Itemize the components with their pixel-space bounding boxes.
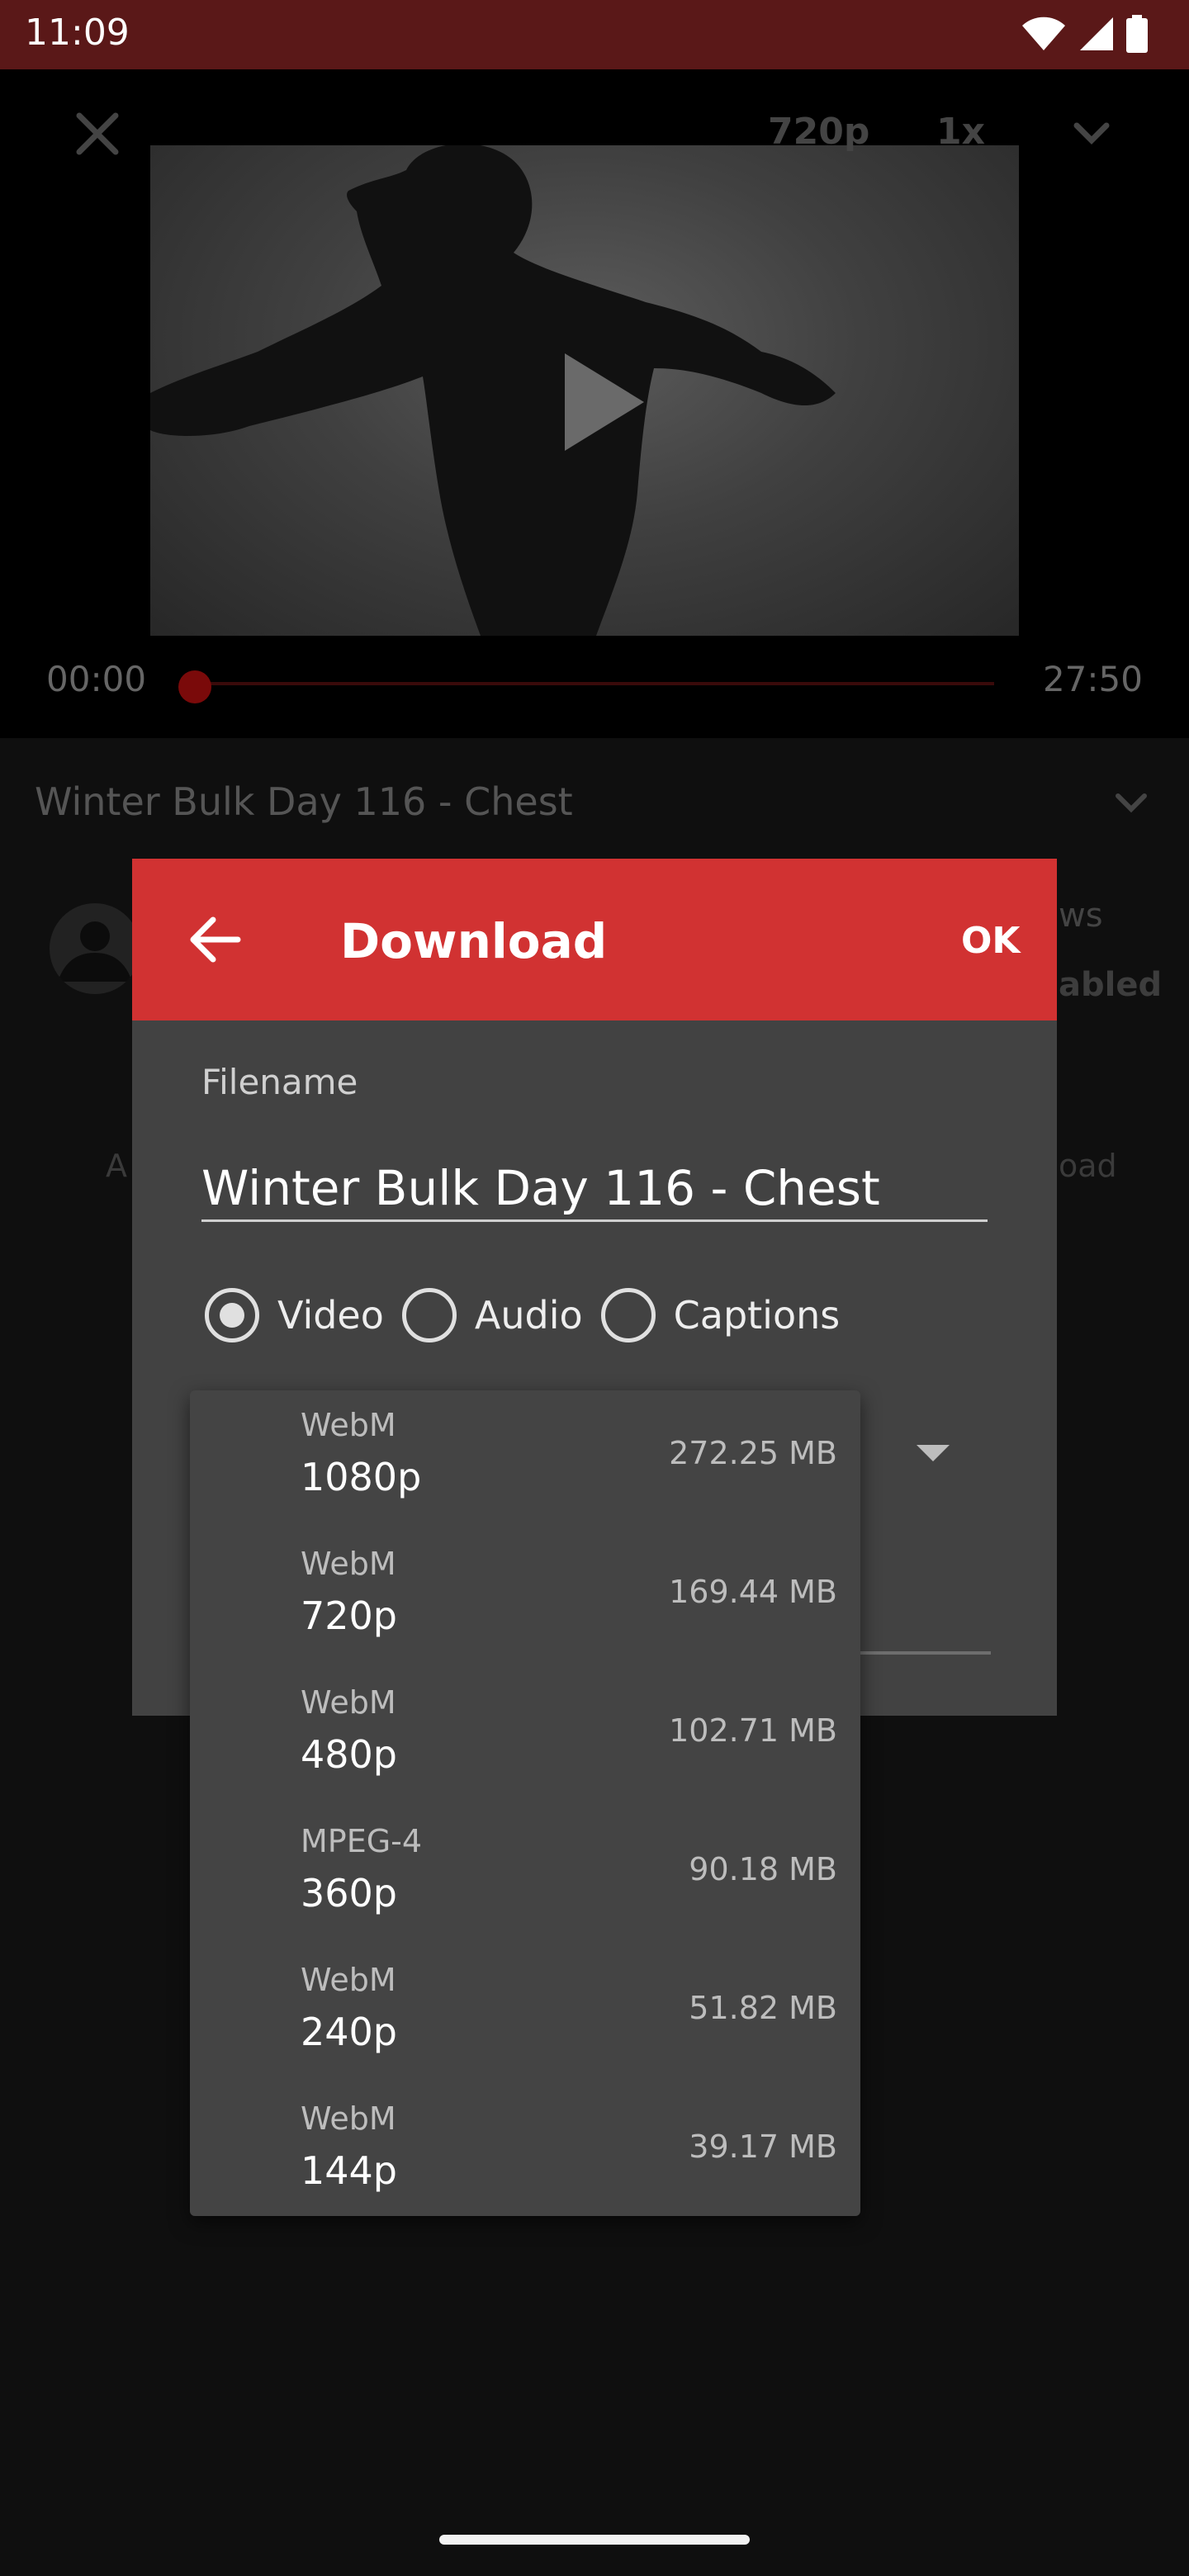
- quality-selector[interactable]: 720p: [768, 111, 869, 153]
- quality-option[interactable]: WebM 240p 51.82 MB: [190, 1945, 860, 2084]
- option-size: 102.71 MB: [669, 1712, 837, 1749]
- status-icons: [1021, 15, 1148, 53]
- option-format: WebM: [301, 2100, 396, 2137]
- filename-label: Filename: [201, 1062, 358, 1102]
- status-time: 11:09: [25, 12, 130, 54]
- dialog-title: Download: [340, 913, 608, 969]
- option-size: 272.25 MB: [669, 1435, 837, 1471]
- seek-bar[interactable]: [195, 682, 994, 685]
- dropdown-arrow-icon[interactable]: [917, 1445, 950, 1461]
- quality-option[interactable]: MPEG-4 360p 90.18 MB: [190, 1807, 860, 1945]
- quality-option[interactable]: WebM 144p 39.17 MB: [190, 2084, 860, 2223]
- action-label[interactable]: A: [106, 1148, 127, 1184]
- quality-option[interactable]: WebM 1080p 272.25 MB: [190, 1390, 860, 1529]
- option-resolution: 720p: [301, 1593, 397, 1638]
- radio-video-circle[interactable]: [205, 1288, 259, 1342]
- option-size: 90.18 MB: [689, 1851, 837, 1887]
- option-format: WebM: [301, 1407, 396, 1443]
- views-count: ws: [1059, 897, 1103, 935]
- quality-option[interactable]: WebM 480p 102.71 MB: [190, 1668, 860, 1807]
- radio-video-label: Video: [277, 1293, 384, 1338]
- radio-video[interactable]: Video: [205, 1288, 384, 1342]
- option-size: 51.82 MB: [689, 1990, 837, 2026]
- total-time: 27:50: [1042, 659, 1143, 699]
- option-resolution: 360p: [301, 1871, 397, 1915]
- close-icon[interactable]: [73, 109, 122, 159]
- radio-audio[interactable]: Audio: [401, 1288, 583, 1342]
- radio-captions-label: Captions: [673, 1293, 841, 1338]
- option-resolution: 1080p: [301, 1455, 422, 1499]
- video-player[interactable]: 720p 1x 00:00 27:50: [0, 69, 1189, 738]
- radio-audio-label: Audio: [474, 1293, 583, 1338]
- video-title[interactable]: Winter Bulk Day 116 - Chest: [35, 779, 573, 824]
- radio-captions-circle[interactable]: [600, 1288, 656, 1342]
- ok-button[interactable]: OK: [961, 920, 1021, 962]
- option-resolution: 240p: [301, 2010, 397, 2054]
- chevron-down-icon[interactable]: [1070, 112, 1113, 155]
- option-size: 169.44 MB: [669, 1574, 837, 1610]
- option-format: WebM: [301, 1684, 396, 1721]
- option-size: 39.17 MB: [689, 2129, 837, 2165]
- wifi-icon: [1022, 17, 1065, 50]
- cell-signal-icon: [1080, 17, 1113, 50]
- download-type-group: Video Audio Captions: [205, 1288, 858, 1342]
- download-action-label[interactable]: oad: [1059, 1148, 1117, 1184]
- play-icon[interactable]: [558, 348, 649, 456]
- option-resolution: 480p: [301, 1732, 397, 1777]
- chevron-down-icon[interactable]: [1111, 783, 1151, 822]
- status-bar: 11:09: [0, 0, 1189, 69]
- radio-audio-circle[interactable]: [401, 1288, 457, 1342]
- quality-option[interactable]: WebM 720p 169.44 MB: [190, 1529, 860, 1668]
- gesture-nav-handle[interactable]: [439, 2535, 750, 2545]
- battery-icon: [1126, 15, 1148, 53]
- option-format: MPEG-4: [301, 1823, 423, 1859]
- playback-speed[interactable]: 1x: [936, 111, 985, 153]
- option-format: WebM: [301, 1962, 396, 1998]
- radio-captions[interactable]: Captions: [600, 1288, 841, 1342]
- avatar-silhouette: [58, 921, 132, 982]
- filename-field[interactable]: [201, 1156, 988, 1222]
- avatar[interactable]: [50, 903, 140, 994]
- comments-status: abled: [1059, 966, 1163, 1004]
- seek-thumb[interactable]: [178, 670, 211, 703]
- quality-dropdown: WebM 1080p 272.25 MB WebM 720p 169.44 MB…: [190, 1390, 860, 2216]
- option-resolution: 144p: [301, 2148, 397, 2193]
- option-format: WebM: [301, 1546, 396, 1582]
- current-time: 00:00: [46, 659, 147, 699]
- dialog-header: Download OK: [132, 859, 1057, 1020]
- arrow-back-icon[interactable]: [188, 915, 241, 964]
